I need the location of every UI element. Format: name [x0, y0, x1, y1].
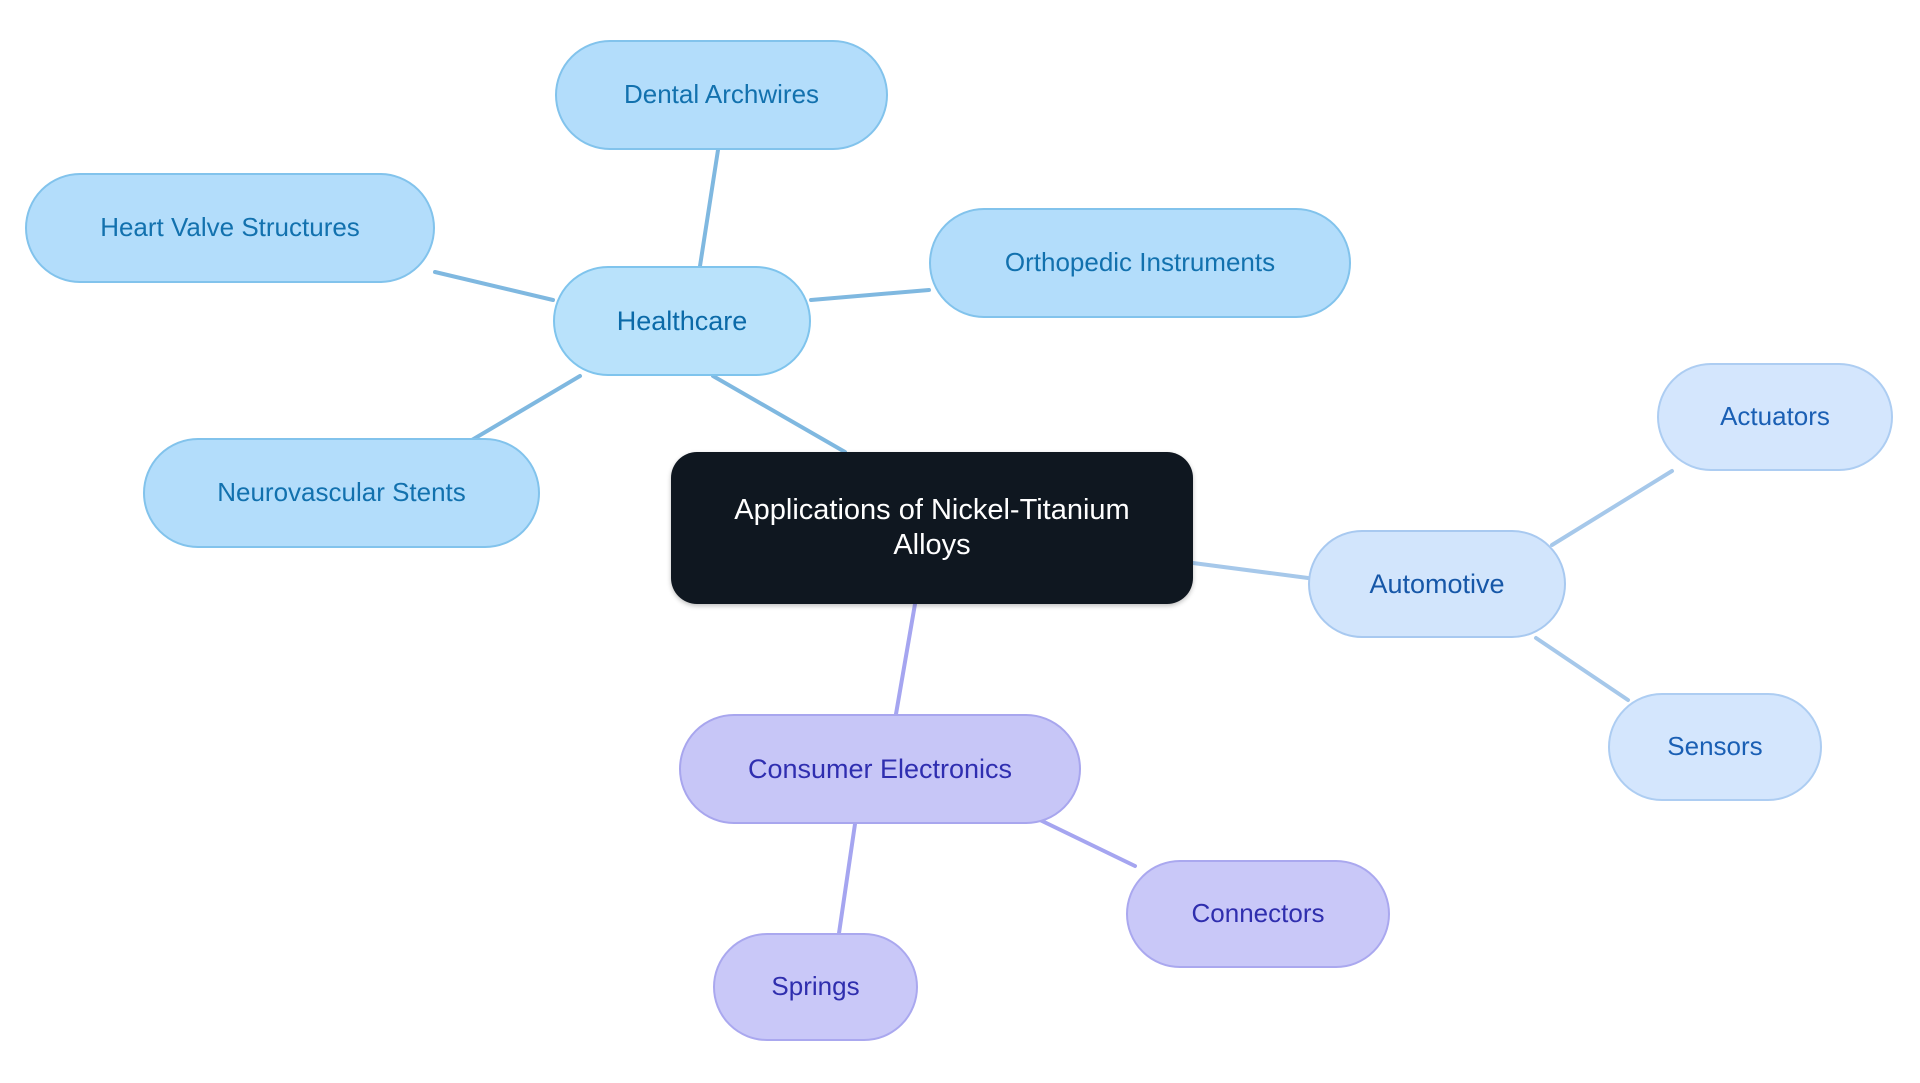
- edge-healthcare-orthopedic: [809, 288, 931, 302]
- edge-automotive-actuators: [1550, 469, 1674, 547]
- branch-node-consumer-electronics[interactable]: Consumer Electronics: [679, 714, 1081, 824]
- mindmap-canvas: Applications of Nickel-Titanium Alloys He…: [0, 0, 1920, 1083]
- root-node[interactable]: Applications of Nickel-Titanium Alloys: [671, 452, 1193, 604]
- leaf-node-springs[interactable]: Springs: [713, 933, 918, 1041]
- leaf-node-neurovascular-stents[interactable]: Neurovascular Stents: [143, 438, 540, 548]
- edge-root-healthcare: [711, 374, 847, 454]
- leaf-node-heart-valve-structures[interactable]: Heart Valve Structures: [25, 173, 435, 283]
- edge-healthcare-dental-archwires: [698, 148, 720, 268]
- edge-root-electronics: [894, 602, 917, 716]
- leaf-node-connectors[interactable]: Connectors: [1126, 860, 1390, 968]
- leaf-node-actuators[interactable]: Actuators: [1657, 363, 1893, 471]
- leaf-node-dental-archwires[interactable]: Dental Archwires: [555, 40, 888, 150]
- edge-healthcare-heart-valve: [433, 270, 555, 302]
- leaf-node-orthopedic-instruments[interactable]: Orthopedic Instruments: [929, 208, 1351, 318]
- branch-node-automotive[interactable]: Automotive: [1308, 530, 1566, 638]
- leaf-node-sensors[interactable]: Sensors: [1608, 693, 1822, 801]
- branch-node-healthcare[interactable]: Healthcare: [553, 266, 811, 376]
- edge-electronics-springs: [836, 822, 857, 942]
- edge-automotive-sensors: [1534, 636, 1630, 702]
- edge-electronics-connectors: [1038, 818, 1137, 868]
- edge-root-automotive: [1191, 561, 1310, 580]
